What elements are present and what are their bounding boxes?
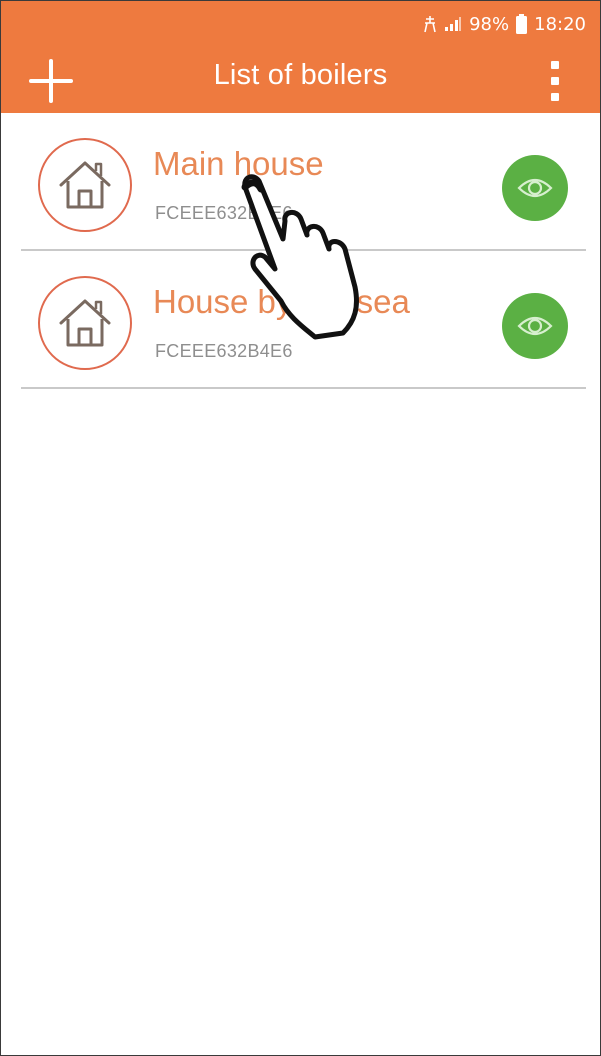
page-title: List of boilers xyxy=(213,59,388,91)
boiler-id: FCEEE632B4E6 xyxy=(155,203,293,223)
view-boiler-button[interactable] xyxy=(502,155,568,221)
house-icon xyxy=(37,275,133,371)
eye-icon xyxy=(517,178,553,198)
house-icon xyxy=(37,137,133,233)
overflow-menu-button[interactable] xyxy=(537,57,573,105)
boiler-list: Main house FCEEE632B4E6 House by the sea… xyxy=(1,113,600,389)
boiler-name: House by the sea xyxy=(153,283,410,320)
boiler-list-item[interactable]: Main house FCEEE632B4E6 xyxy=(1,113,600,251)
status-time: 18:20 xyxy=(534,13,586,35)
boiler-list-item[interactable]: House by the sea FCEEE632B4E6 xyxy=(1,251,600,389)
boiler-id: FCEEE632B4E6 xyxy=(155,341,293,361)
app-screen: 98% 18:20 List of boilers Main house FCE… xyxy=(0,0,601,1056)
battery-icon xyxy=(516,14,528,34)
signal-icon xyxy=(444,16,462,32)
top-app-bar: 98% 18:20 List of boilers xyxy=(1,1,600,113)
more-vertical-icon xyxy=(551,61,559,101)
battery-percent: 98% xyxy=(469,13,510,35)
alarm-icon xyxy=(423,15,437,33)
eye-icon xyxy=(517,316,553,336)
view-boiler-button[interactable] xyxy=(502,293,568,359)
status-bar: 98% 18:20 xyxy=(423,11,586,37)
boiler-name: Main house xyxy=(153,145,324,182)
list-divider xyxy=(21,387,586,389)
